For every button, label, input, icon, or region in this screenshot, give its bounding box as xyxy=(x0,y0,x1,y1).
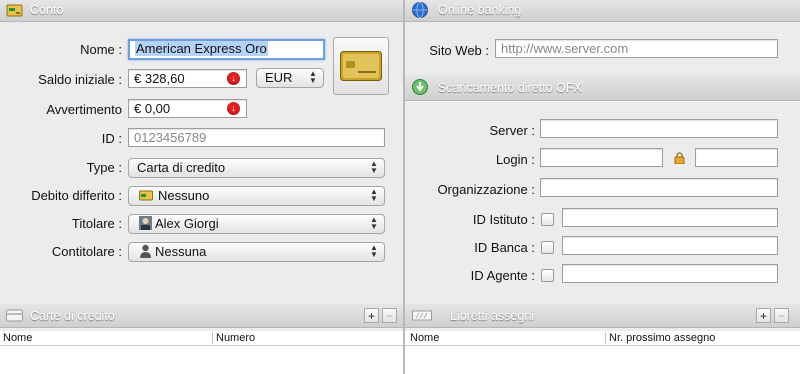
titolare-select[interactable]: Alex Giorgi ▲ ▼ xyxy=(128,214,385,234)
titolare-label: Titolare : xyxy=(71,216,122,231)
carte-table-body[interactable] xyxy=(0,346,403,374)
popup-arrows-icon: ▲ ▼ xyxy=(370,215,378,231)
type-value: Carta di credito xyxy=(137,160,226,175)
remove-libretto-button[interactable]: − xyxy=(774,308,789,323)
password-input[interactable] xyxy=(695,148,778,167)
id-label: ID : xyxy=(101,131,122,146)
org-input[interactable] xyxy=(540,178,778,197)
col-prossimo[interactable]: Nr. prossimo assegno xyxy=(609,331,715,345)
debito-label: Debito differito : xyxy=(31,188,122,203)
agente-label: ID Agente : xyxy=(470,268,535,283)
currency-select[interactable]: EUR ▲ ▼ xyxy=(256,68,324,88)
account-icon xyxy=(139,190,153,201)
saldo-down-arrow-icon[interactable]: ↓ xyxy=(227,72,240,85)
carte-table-header: Nome Numero xyxy=(0,331,403,346)
id-input[interactable]: 0123456789 xyxy=(128,128,385,147)
column-separator[interactable] xyxy=(212,332,213,344)
ofx-title: Scaricamento diretto OFX xyxy=(438,81,582,95)
card-image-well[interactable] xyxy=(333,37,389,95)
checkbook-icon xyxy=(412,310,432,321)
sito-label: Sito Web : xyxy=(429,43,489,58)
currency-value: EUR xyxy=(265,70,293,85)
debito-value: Nessuno xyxy=(158,188,210,203)
sito-input[interactable]: http://www.server.com xyxy=(495,39,778,58)
avvertimento-value: € 0,00 xyxy=(134,101,171,116)
org-label: Organizzazione : xyxy=(437,182,535,197)
col-nome[interactable]: Nome xyxy=(410,331,439,345)
credit-card-icon xyxy=(6,309,23,322)
server-label: Server : xyxy=(489,123,535,138)
conto-title: Conto xyxy=(30,3,64,17)
login-input[interactable] xyxy=(540,148,663,167)
column-separator[interactable] xyxy=(605,332,606,344)
nome-value: American Express Oro xyxy=(135,41,268,56)
online-title: Online banking xyxy=(438,3,522,17)
person-silhouette-icon xyxy=(140,244,151,258)
login-label: Login : xyxy=(495,152,535,167)
popup-arrows-icon: ▲ ▼ xyxy=(370,243,378,259)
istituto-checkbox[interactable] xyxy=(541,213,554,226)
avvertimento-down-arrow-icon[interactable]: ↓ xyxy=(227,102,240,115)
debito-select[interactable]: Nessuno ▲ ▼ xyxy=(128,186,385,206)
popup-arrows-icon: ▲ ▼ xyxy=(370,159,378,175)
person-photo-icon xyxy=(139,216,152,230)
sito-placeholder: http://www.server.com xyxy=(501,41,629,56)
lock-icon xyxy=(674,152,685,164)
titolare-value: Alex Giorgi xyxy=(155,216,219,231)
libretti-table-body[interactable] xyxy=(405,346,800,374)
saldo-value: € 328,60 xyxy=(134,71,185,86)
nome-input[interactable]: American Express Oro xyxy=(128,39,325,60)
col-nome[interactable]: Nome xyxy=(3,331,32,345)
nome-label: Nome : xyxy=(80,42,122,57)
banca-label: ID Banca : xyxy=(474,240,535,255)
add-carta-button[interactable]: + xyxy=(364,308,379,323)
type-label: Type : xyxy=(86,160,122,175)
banca-checkbox[interactable] xyxy=(541,241,554,254)
contitolare-select[interactable]: Nessuna ▲ ▼ xyxy=(128,242,385,262)
libretti-title: Libretti assegni xyxy=(450,309,535,323)
download-globe-icon xyxy=(412,79,428,95)
istituto-input[interactable] xyxy=(562,208,778,227)
online-header: Online banking xyxy=(405,0,800,22)
ofx-header: Scaricamento diretto OFX xyxy=(405,75,800,101)
avvertimento-label: Avvertimento xyxy=(46,102,122,117)
saldo-label: Saldo iniziale : xyxy=(38,72,122,87)
agente-checkbox[interactable] xyxy=(541,269,554,282)
globe-icon xyxy=(412,2,428,18)
type-select[interactable]: Carta di credito ▲ ▼ xyxy=(128,158,385,178)
istituto-label: ID Istituto : xyxy=(472,212,535,227)
gold-card-icon xyxy=(340,51,382,81)
popup-arrows-icon: ▲ ▼ xyxy=(309,69,317,85)
conto-header: Conto xyxy=(0,0,403,22)
libretti-table-header: Nome Nr. prossimo assegno xyxy=(405,331,800,346)
banca-input[interactable] xyxy=(562,236,778,255)
contitolare-label: Contitolare : xyxy=(51,244,122,259)
agente-input[interactable] xyxy=(562,264,778,283)
libretti-header: Libretti assegni + − xyxy=(405,304,800,328)
contitolare-value: Nessuna xyxy=(155,244,207,259)
popup-arrows-icon: ▲ ▼ xyxy=(370,187,378,203)
col-numero[interactable]: Numero xyxy=(216,331,255,345)
add-libretto-button[interactable]: + xyxy=(756,308,771,323)
server-input[interactable] xyxy=(540,119,778,138)
carte-header: Carte di credito + − xyxy=(0,304,403,328)
carte-title: Carte di credito xyxy=(30,309,115,323)
id-placeholder: 0123456789 xyxy=(134,130,207,145)
remove-carta-button[interactable]: − xyxy=(382,308,397,323)
account-icon xyxy=(6,4,23,17)
